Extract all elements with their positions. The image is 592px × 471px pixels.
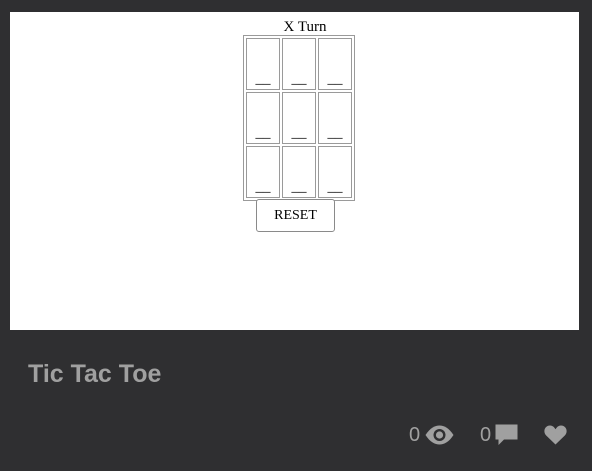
eye-icon bbox=[424, 425, 455, 445]
board-cell[interactable]: __ bbox=[318, 92, 352, 144]
comments-stat: 0 bbox=[480, 421, 518, 449]
views-count: 0 bbox=[409, 424, 421, 446]
board-row: __ __ __ bbox=[246, 38, 352, 90]
pen-title[interactable]: Tic Tac Toe bbox=[28, 358, 161, 390]
board-cell[interactable]: __ bbox=[246, 38, 280, 90]
reset-button[interactable]: RESET bbox=[256, 199, 335, 232]
game-preview[interactable]: X Turn __ __ __ __ __ __ __ __ __ RESET bbox=[10, 12, 579, 330]
board-cell[interactable]: __ bbox=[282, 146, 316, 198]
board-row: __ __ __ bbox=[246, 92, 352, 144]
board-row: __ __ __ bbox=[246, 146, 352, 198]
comments-count: 0 bbox=[480, 424, 492, 446]
board-cell[interactable]: __ bbox=[246, 146, 280, 198]
heart-icon[interactable] bbox=[544, 425, 567, 445]
board-cell[interactable]: __ bbox=[282, 38, 316, 90]
like-stat bbox=[544, 421, 567, 449]
board-cell[interactable]: __ bbox=[318, 38, 352, 90]
views-stat: 0 bbox=[409, 421, 455, 449]
board-cell[interactable]: __ bbox=[246, 92, 280, 144]
board-cell[interactable]: __ bbox=[282, 92, 316, 144]
game-board: __ __ __ __ __ __ __ __ __ bbox=[243, 35, 355, 201]
comment-icon[interactable] bbox=[495, 424, 518, 446]
turn-label: X Turn bbox=[283, 19, 327, 35]
board-cell[interactable]: __ bbox=[318, 146, 352, 198]
pen-card: X Turn __ __ __ __ __ __ __ __ __ RESET … bbox=[0, 0, 592, 471]
